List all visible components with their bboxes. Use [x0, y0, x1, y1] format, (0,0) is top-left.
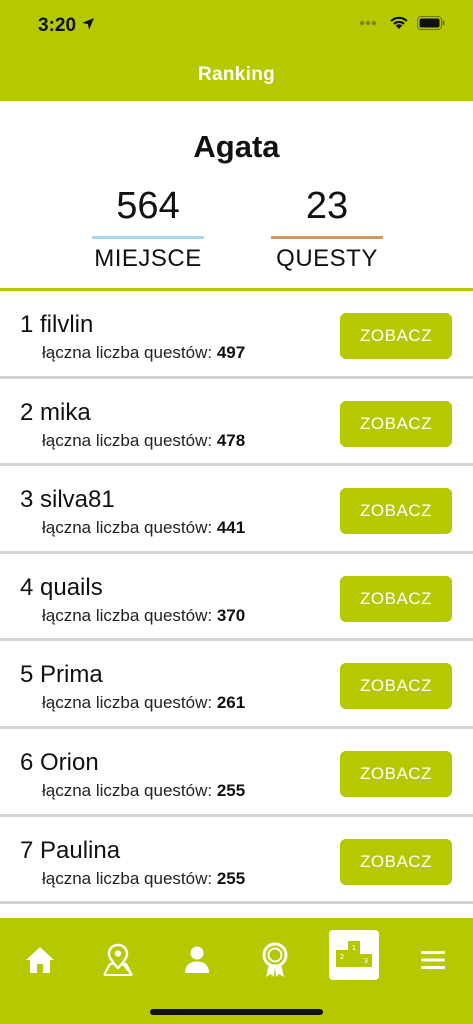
quest-count-label: łączna liczba questów:: [42, 518, 213, 538]
view-profile-button[interactable]: ZOBACZ: [340, 400, 452, 447]
quest-count-label: łączna liczba questów:: [42, 343, 213, 362]
tab-ranking[interactable]: 1 2 3: [329, 930, 379, 980]
ranking-row-title: 1 filvlin: [20, 311, 94, 338]
view-profile-button[interactable]: ZOBACZ: [340, 838, 452, 885]
signal-icon: [359, 16, 381, 35]
svg-text:3: 3: [364, 957, 368, 965]
quest-count-value: 497: [216, 343, 246, 362]
svg-text:2: 2: [340, 953, 344, 961]
quest-count-label: łączna liczba questów:: [42, 430, 213, 450]
ranking-row-quest-count: łączna liczba questów: 255: [42, 869, 245, 889]
quest-count-label: łączna liczba questów:: [42, 868, 213, 888]
ranking-row-title: 6 Orion: [20, 748, 99, 776]
quests-value: 23: [305, 185, 349, 227]
view-profile-button[interactable]: ZOBACZ: [340, 313, 452, 359]
tab-menu[interactable]: [407, 936, 459, 988]
ranking-row-quest-count: łączna liczba questów: 478: [42, 431, 245, 451]
ranking-row-title: 2 mika: [20, 398, 91, 426]
ranking-row-quest-count: łączna liczba questów: 497: [42, 343, 245, 363]
ranking-row: 1 filvlin łączna liczba questów: 497 ZOB…: [0, 291, 473, 379]
quest-count-value: 255: [216, 868, 246, 888]
profile-name: Agata: [193, 129, 280, 164]
home-icon: [24, 945, 56, 980]
quest-count-label: łączna liczba questów:: [42, 605, 213, 625]
ranking-row-quest-count: łączna liczba questów: 370: [42, 606, 245, 626]
status-time-text: 3:20: [38, 15, 77, 36]
ranking-row: 3 silva81 łączna liczba questów: 441 ZOB…: [0, 466, 473, 554]
view-profile-button[interactable]: ZOBACZ: [340, 663, 452, 710]
quest-count-value: 261: [216, 693, 246, 713]
ranking-row: 2 mika łączna liczba questów: 478 ZOBACZ: [0, 378, 473, 467]
ranking-row-title: 7 Paulina: [20, 836, 121, 864]
ranking-row: 6 Orion łączna liczba questów: 255 ZOBAC…: [0, 728, 473, 817]
quests-label: QUESTY: [276, 245, 378, 272]
ranking-screen: 3:20 Ranking Agata 564 MIEJSCE 23 QUESTY…: [0, 0, 473, 1024]
status-indicators: [359, 15, 445, 35]
wifi-icon: [389, 15, 409, 35]
ranking-row-title: 5 Prima: [20, 661, 103, 689]
ranking-row: 5 Prima łączna liczba questów: 261 ZOBAC…: [0, 641, 473, 729]
quest-count-value: 370: [216, 605, 246, 625]
quest-count-value: 255: [216, 780, 246, 800]
tab-achievements[interactable]: [249, 936, 301, 988]
view-profile-button[interactable]: ZOBACZ: [340, 750, 452, 797]
person-icon: [183, 945, 211, 980]
rank-label: MIEJSCE: [94, 245, 202, 272]
ranking-row-quest-count: łączna liczba questów: 255: [42, 781, 245, 801]
svg-text:1: 1: [352, 944, 356, 952]
rank-stat: 564 MIEJSCE: [92, 185, 204, 273]
ranking-row: 7 Paulina łączna liczba questów: 255 ZOB…: [0, 816, 473, 905]
tab-map[interactable]: [92, 936, 144, 988]
view-profile-button[interactable]: ZOBACZ: [340, 575, 452, 622]
page-title: Ranking: [197, 64, 276, 85]
quest-count-value: 478: [216, 430, 246, 450]
ranking-row-title: 3 silva81: [20, 486, 115, 514]
ranking-list: 1 filvlin łączna liczba questów: 497 ZOB…: [0, 291, 473, 905]
award-ribbon-icon: [260, 941, 290, 984]
battery-icon: [417, 15, 445, 35]
quests-underline: [271, 236, 383, 239]
tab-profile[interactable]: [171, 936, 223, 988]
rank-value: 564: [116, 185, 180, 227]
podium-icon: 1 2 3: [333, 937, 375, 974]
ranking-row-quest-count: łączna liczba questów: 261: [42, 693, 245, 713]
location-arrow-icon: [81, 15, 95, 37]
ranking-row-title: 4 quails: [20, 573, 103, 601]
status-bar-time: 3:20: [38, 15, 95, 37]
home-indicator[interactable]: [150, 1009, 323, 1015]
tab-home[interactable]: [14, 936, 66, 988]
ranking-row: 4 quails łączna liczba questów: 370 ZOBA…: [0, 553, 473, 642]
quest-count-value: 441: [216, 518, 246, 538]
ranking-row-quest-count: łączna liczba questów: 441: [42, 518, 245, 538]
rank-underline: [92, 236, 204, 239]
menu-icon: [420, 949, 446, 976]
quest-count-label: łączna liczba questów:: [42, 693, 213, 713]
quests-stat: 23 QUESTY: [271, 185, 383, 273]
view-profile-button[interactable]: ZOBACZ: [340, 488, 452, 535]
profile-summary: Agata 564 MIEJSCE 23 QUESTY: [0, 101, 473, 291]
quest-count-label: łączna liczba questów:: [42, 780, 213, 800]
app-header: 3:20 Ranking: [0, 0, 473, 101]
map-pin-icon: [100, 942, 136, 983]
